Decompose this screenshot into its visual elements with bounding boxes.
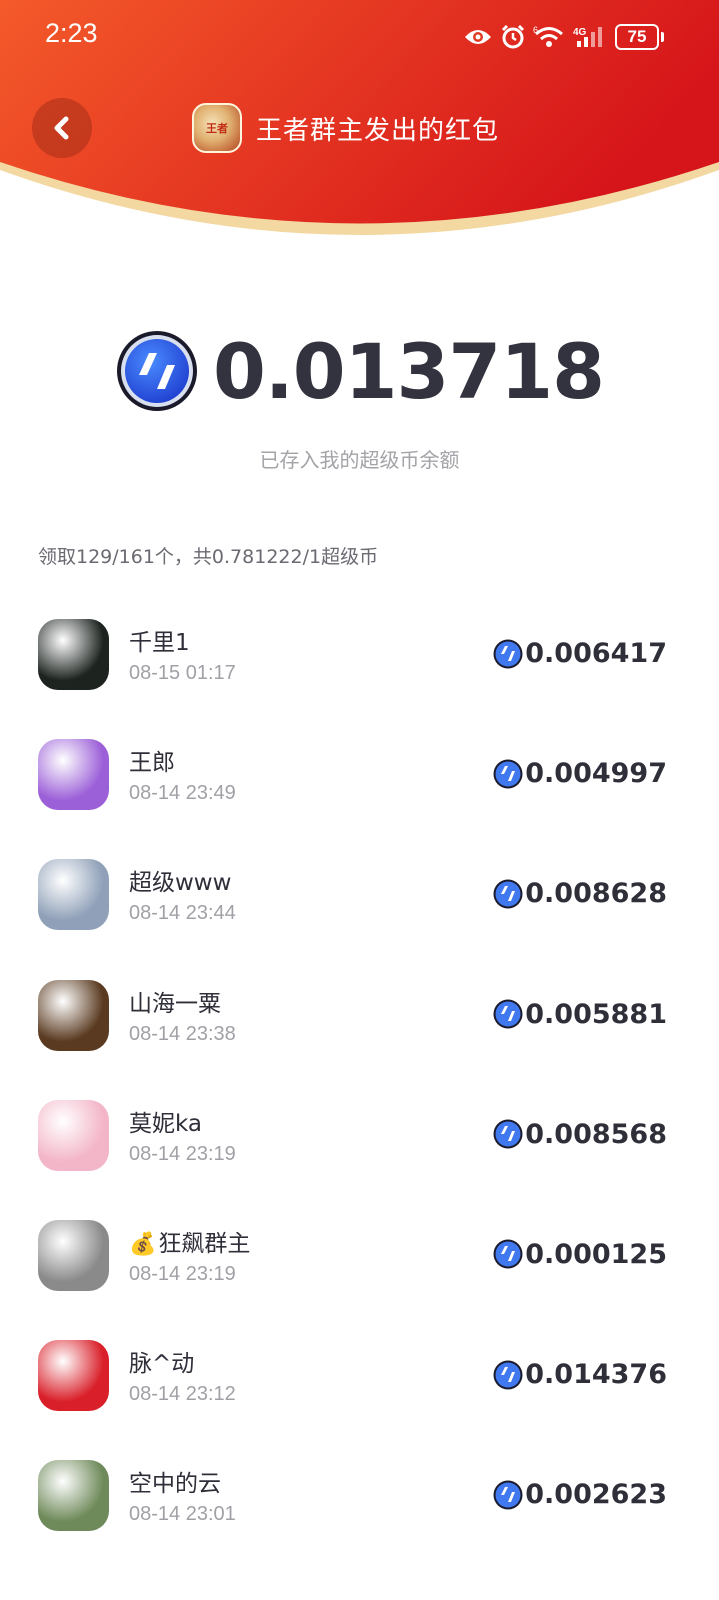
balance-note: 已存入我的超级币余额 xyxy=(259,448,460,472)
claim-amount: 0.006417 xyxy=(525,638,667,669)
claim-amount-group: 0.005881 xyxy=(493,999,667,1030)
user-name-text: 狂飙群主 xyxy=(158,1230,251,1257)
alarm-icon xyxy=(501,25,525,49)
claim-item[interactable]: 山海一粟 08-14 23:38 0.005881 xyxy=(0,956,719,1076)
super-coin-icon xyxy=(115,329,199,413)
claim-amount-group: 0.006417 xyxy=(493,638,667,669)
user-avatar[interactable] xyxy=(38,1219,109,1291)
claim-item[interactable]: 超级www 08-14 23:44 0.008628 xyxy=(0,835,719,955)
claim-amount: 0.005881 xyxy=(525,998,667,1030)
user-avatar[interactable] xyxy=(38,619,109,690)
claim-amount-group: 0.008628 xyxy=(493,878,667,909)
money-bag-icon: 💰 xyxy=(129,1231,157,1257)
chevron-left-icon xyxy=(54,116,69,140)
claim-time: 08-14 23:44 xyxy=(129,902,236,925)
claim-amount-group: 0.000125 xyxy=(493,1239,667,1270)
back-button[interactable] xyxy=(32,98,92,158)
claim-amount-group: 0.014376 xyxy=(493,1359,667,1390)
super-coin-icon xyxy=(493,759,523,789)
claim-summary: 领取129/161个，共0.781222/1超级币 xyxy=(38,546,379,568)
received-amount-row: 0.013718 xyxy=(0,325,719,417)
user-name: 莫妮ka xyxy=(129,1104,202,1138)
claim-list: 千里1 08-15 01:17 0.006417 王郎 08-14 23:49 0.004… xyxy=(0,595,719,1557)
claim-amount: 0.008568 xyxy=(525,1118,667,1150)
group-avatar: 王者 xyxy=(192,103,242,153)
claim-item[interactable]: 王郎 08-14 23:49 0.004997 xyxy=(0,715,719,835)
claim-item[interactable]: 千里1 08-15 01:17 0.006417 xyxy=(0,595,719,715)
user-avatar[interactable] xyxy=(38,1340,109,1412)
user-name: 山海一粟 xyxy=(129,984,221,1018)
claim-time: 08-14 23:19 xyxy=(129,1262,236,1285)
user-avatar[interactable] xyxy=(38,859,109,931)
super-coin-icon xyxy=(493,639,523,669)
claim-amount: 0.000125 xyxy=(525,1238,667,1270)
super-coin-icon xyxy=(493,1480,523,1510)
claim-amount: 0.002623 xyxy=(525,1479,667,1511)
user-name-text: 脉^动 xyxy=(129,1351,195,1378)
claim-time: 08-14 23:01 xyxy=(129,1503,236,1526)
claim-item[interactable]: 莫妮ka 08-14 23:19 0.008568 xyxy=(0,1076,719,1196)
user-avatar[interactable] xyxy=(38,739,109,811)
claim-time: 08-14 23:49 xyxy=(129,782,236,805)
wifi-icon: 6 xyxy=(533,25,565,49)
user-avatar[interactable] xyxy=(38,1099,109,1171)
battery-indicator: 75 xyxy=(615,24,664,50)
super-coin-icon xyxy=(493,999,523,1029)
claim-item[interactable]: 脉^动 08-14 23:12 0.014376 xyxy=(0,1316,719,1436)
network-type: 4G xyxy=(573,27,587,38)
page-title: 王者群主发出的红包 xyxy=(256,115,500,146)
claim-amount-group: 0.004997 xyxy=(493,758,667,789)
claim-time: 08-14 23:19 xyxy=(129,1142,236,1165)
group-avatar-text: 王者 xyxy=(206,122,228,135)
user-name-text: 王郎 xyxy=(129,750,175,777)
wifi-badge: 6 xyxy=(533,25,538,35)
status-icons: 6 4G 75 xyxy=(463,20,664,54)
user-name: 超级www xyxy=(129,863,231,897)
claim-time: 08-14 23:12 xyxy=(129,1383,236,1406)
user-name: 王郎 xyxy=(129,743,175,777)
claim-amount: 0.014376 xyxy=(525,1359,667,1391)
header: 2:23 6 4G 75 王者 王者群主发出的红包 xyxy=(0,0,719,245)
status-time: 2:23 xyxy=(45,18,98,48)
claim-time: 08-14 23:38 xyxy=(129,1022,236,1045)
super-coin-icon xyxy=(493,1239,523,1269)
eye-icon xyxy=(463,26,493,48)
user-name: 💰狂飙群主 xyxy=(129,1224,250,1258)
user-avatar[interactable] xyxy=(38,1460,109,1532)
user-name-text: 超级www xyxy=(129,870,232,897)
user-name: 脉^动 xyxy=(129,1344,194,1378)
super-coin-icon xyxy=(493,879,523,909)
claim-amount: 0.004997 xyxy=(525,758,667,790)
received-amount: 0.013718 xyxy=(212,326,605,416)
user-name: 千里1 xyxy=(129,623,190,657)
super-coin-icon xyxy=(493,1119,523,1149)
claim-amount-group: 0.002623 xyxy=(493,1479,667,1510)
user-name-text: 空中的云 xyxy=(129,1471,221,1498)
claim-item[interactable]: 空中的云 08-14 23:01 0.002623 xyxy=(0,1436,719,1556)
title-bar: 王者 王者群主发出的红包 xyxy=(192,102,499,154)
user-avatar[interactable] xyxy=(38,979,109,1051)
super-coin-icon xyxy=(493,1360,523,1390)
claim-time: 08-15 01:17 xyxy=(129,662,236,684)
user-name-text: 千里1 xyxy=(129,630,190,656)
claim-amount: 0.008628 xyxy=(525,878,667,910)
user-name-text: 莫妮ka xyxy=(129,1110,203,1137)
claim-item[interactable]: 💰狂飙群主 08-14 23:19 0.000125 xyxy=(0,1196,719,1316)
user-name: 空中的云 xyxy=(129,1464,221,1498)
claim-amount-group: 0.008568 xyxy=(493,1119,667,1150)
cellular-signal-icon: 4G xyxy=(573,25,607,49)
user-name-text: 山海一粟 xyxy=(129,990,221,1017)
